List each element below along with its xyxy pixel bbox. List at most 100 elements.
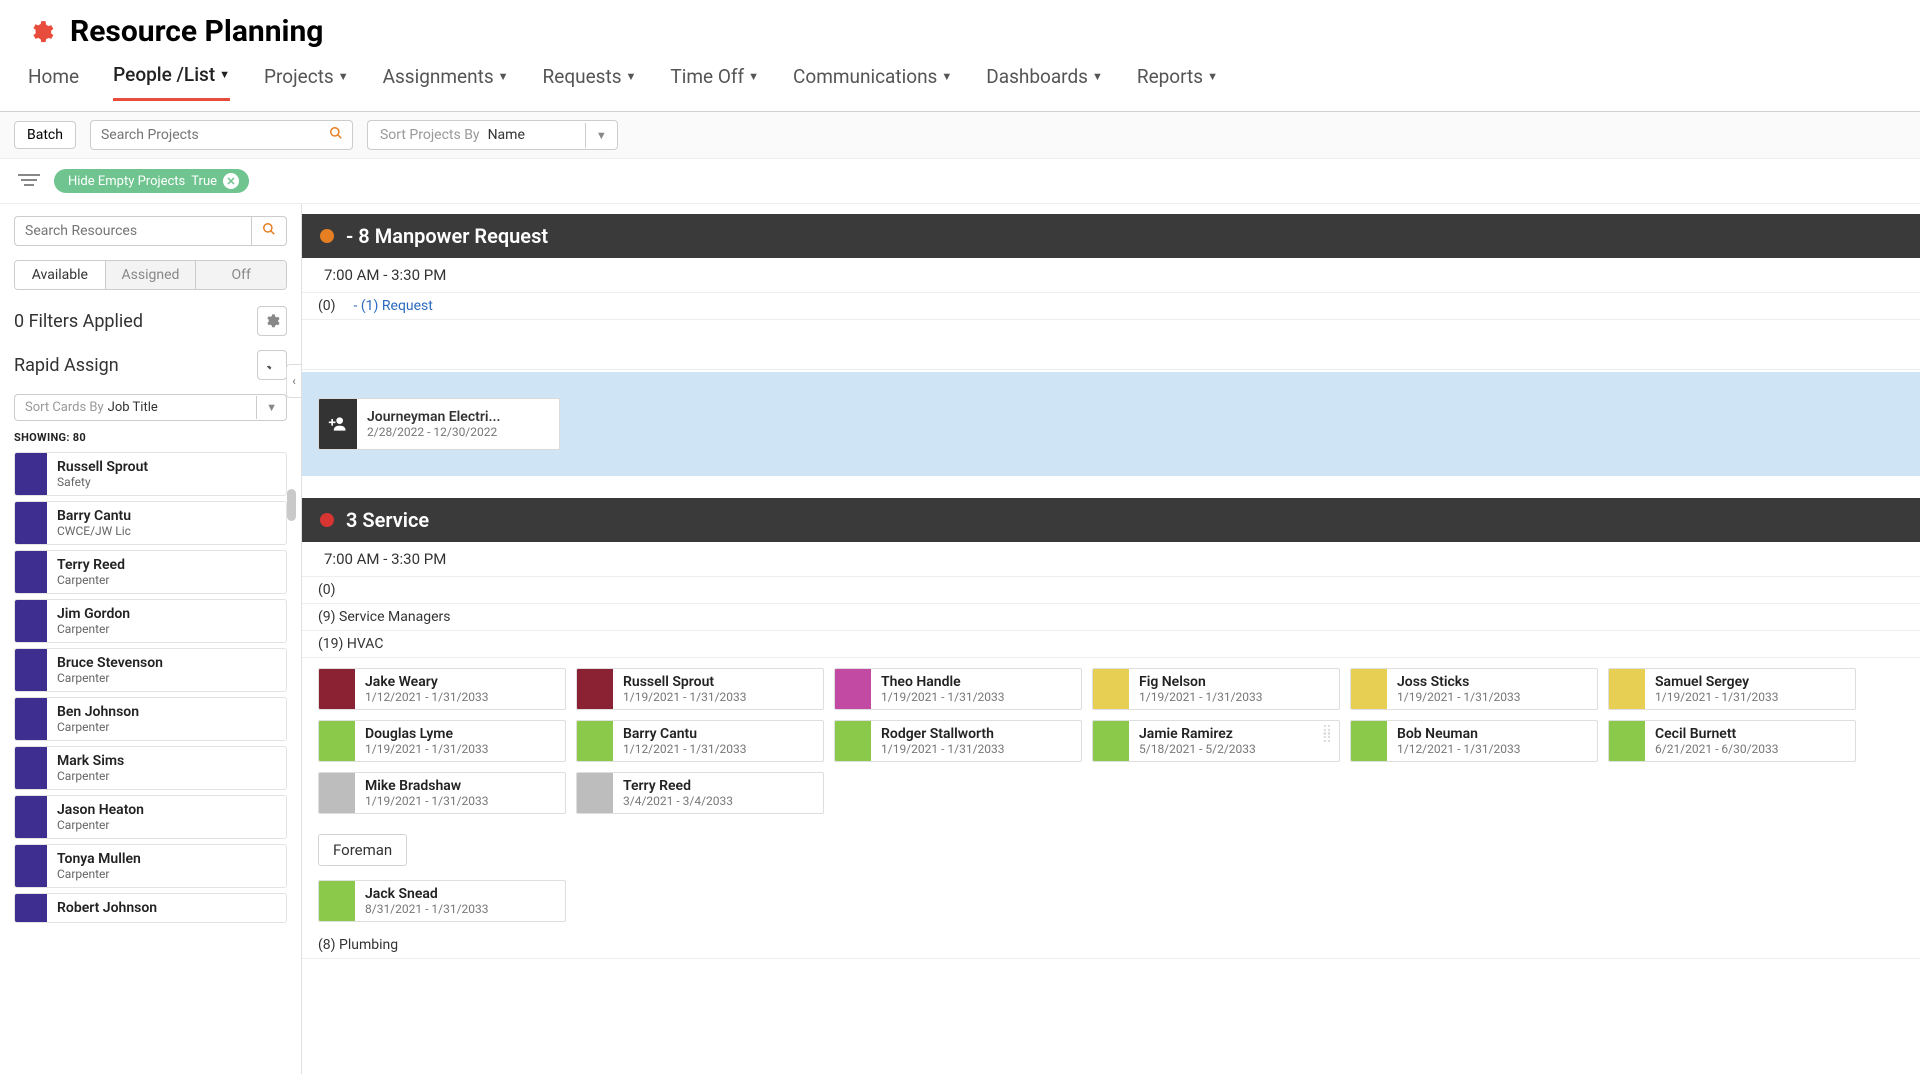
group-hvac[interactable]: (19) HVAC (302, 631, 1920, 658)
assignment-color-bar (1351, 721, 1387, 761)
resource-card[interactable]: Mark SimsCarpenter (14, 746, 287, 790)
resource-name: Tonya Mullen (57, 851, 141, 867)
resource-card[interactable]: Robert Johnson (14, 893, 287, 923)
grip-icon[interactable]: ⠿⠿ (1322, 729, 1333, 743)
assignment-dates: 1/19/2021 - 1/31/2033 (1397, 690, 1521, 704)
main-nav: Home People /List ▼ Projects ▼ Assignments … (0, 63, 1920, 112)
nav-item-home[interactable]: Home (28, 63, 79, 101)
assignment-card[interactable]: Bob Neuman1/12/2021 - 1/31/2033 (1350, 720, 1598, 762)
nav-item-communications[interactable]: Communications ▼ (793, 63, 952, 101)
resource-role: Carpenter (57, 867, 141, 881)
resource-name: Ben Johnson (57, 704, 139, 720)
group-title: 3 Service (346, 508, 429, 532)
assignment-card[interactable]: Theo Handle1/19/2021 - 1/31/2033 (834, 668, 1082, 710)
resource-role: Carpenter (57, 622, 130, 636)
nav-item-dashboards[interactable]: Dashboards ▼ (986, 63, 1103, 101)
request-card[interactable]: Journeyman Electri... 2/28/2022 - 12/30/… (318, 398, 560, 450)
assignment-card[interactable]: Barry Cantu1/12/2021 - 1/31/2033 (576, 720, 824, 762)
assignment-color-bar (835, 669, 871, 709)
resource-role: CWCE/JW Lic (57, 524, 131, 538)
nav-item-projects[interactable]: Projects ▼ (264, 63, 349, 101)
assignment-card[interactable]: Jake Weary1/12/2021 - 1/31/2033 (318, 668, 566, 710)
assignment-card[interactable]: Terry Reed3/4/2021 - 3/4/2033 (576, 772, 824, 814)
assignment-card[interactable]: Rodger Stallworth1/19/2021 - 1/31/2033 (834, 720, 1082, 762)
assignment-name: Joss Sticks (1397, 674, 1521, 690)
resource-card[interactable]: Bruce StevensonCarpenter (14, 648, 287, 692)
filter-icon[interactable] (18, 174, 40, 188)
assignment-dates: 8/31/2021 - 1/31/2033 (365, 902, 489, 916)
nav-item-assignments[interactable]: Assignments ▼ (383, 63, 509, 101)
assignment-card[interactable]: Joss Sticks1/19/2021 - 1/31/2033 (1350, 668, 1598, 710)
resource-color-bar (15, 845, 47, 887)
nav-item-reports[interactable]: Reports ▼ (1137, 63, 1218, 101)
assignment-name: Fig Nelson (1139, 674, 1263, 690)
resource-list: Russell SproutSafety Barry CantuCWCE/JW L… (14, 452, 287, 923)
assignment-name: Cecil Burnett (1655, 726, 1779, 742)
resource-card[interactable]: Barry CantuCWCE/JW Lic (14, 501, 287, 545)
nav-item-people-list[interactable]: People /List ▼ (113, 63, 230, 101)
assignment-card[interactable]: Douglas Lyme1/19/2021 - 1/31/2033 (318, 720, 566, 762)
group-plumbing[interactable]: (8) Plumbing (302, 932, 1920, 959)
nav-item-requests[interactable]: Requests ▼ (543, 63, 637, 101)
batch-button[interactable]: Batch (14, 121, 76, 149)
chevron-down-icon[interactable]: ▼ (585, 123, 617, 148)
filter-pill-value: True (191, 174, 217, 189)
close-icon[interactable]: ✕ (223, 173, 239, 189)
assignment-card[interactable]: Russell Sprout1/19/2021 - 1/31/2033 (576, 668, 824, 710)
chevron-down-icon: ▼ (1207, 70, 1218, 83)
segment-assigned[interactable]: Assigned (106, 261, 197, 289)
segment-off[interactable]: Off (196, 261, 286, 289)
sort-value: Name (486, 121, 585, 149)
search-projects-button[interactable] (320, 120, 353, 150)
chevron-down-icon[interactable]: ▼ (256, 396, 286, 419)
assignment-card[interactable]: Cecil Burnett6/21/2021 - 6/30/2033 (1608, 720, 1856, 762)
assignment-dates: 1/19/2021 - 1/31/2033 (1655, 690, 1779, 704)
resource-card[interactable]: Russell SproutSafety (14, 452, 287, 496)
resource-color-bar (15, 698, 47, 740)
assignment-dates: 1/19/2021 - 1/31/2033 (881, 742, 1005, 756)
resource-role: Carpenter (57, 720, 139, 734)
resource-card[interactable]: Tonya MullenCarpenter (14, 844, 287, 888)
resource-name: Terry Reed (57, 557, 125, 573)
search-resources-button[interactable] (251, 216, 287, 246)
rapid-assign-label: Rapid Assign (14, 355, 119, 376)
sort-cards-label: Sort Cards By (15, 395, 108, 420)
sort-projects-dropdown[interactable]: Sort Projects By Name ▼ (367, 120, 618, 150)
sidebar-collapse-button[interactable]: ‹ (286, 364, 302, 398)
assignment-dates: 1/19/2021 - 1/31/2033 (881, 690, 1005, 704)
group-header-manpower[interactable]: - 8 Manpower Request (302, 214, 1920, 258)
assignment-color-bar (835, 721, 871, 761)
assignment-card[interactable]: Jamie Ramirez5/18/2021 - 5/2/2033⠿⠿ (1092, 720, 1340, 762)
group-count: (0) (302, 577, 1920, 604)
assignment-dates: 1/19/2021 - 1/31/2033 (1139, 690, 1263, 704)
sort-cards-dropdown[interactable]: Sort Cards By Job Title ▼ (14, 394, 287, 421)
showing-count: 80 (73, 431, 86, 444)
gear-button[interactable] (257, 306, 287, 336)
sort-cards-value: Job Title (108, 395, 256, 420)
resource-name: Russell Sprout (57, 459, 148, 475)
search-resources-input[interactable] (14, 216, 251, 246)
group-header-service[interactable]: 3 Service (302, 498, 1920, 542)
scrollbar-handle[interactable] (287, 489, 296, 521)
chevron-down-icon: ▼ (748, 70, 759, 83)
resource-card[interactable]: Ben JohnsonCarpenter (14, 697, 287, 741)
assignment-card[interactable]: Fig Nelson1/19/2021 - 1/31/2033 (1092, 668, 1340, 710)
request-link[interactable]: - (1) Request (354, 298, 433, 314)
hvac-card-grid: Jake Weary1/12/2021 - 1/31/2033Russell S… (302, 658, 1920, 824)
group-service-managers[interactable]: (9) Service Managers (302, 604, 1920, 631)
search-projects-input[interactable] (90, 120, 320, 150)
resource-card[interactable]: Terry ReedCarpenter (14, 550, 287, 594)
assignment-card[interactable]: Samuel Sergey1/19/2021 - 1/31/2033 (1608, 668, 1856, 710)
segment-available[interactable]: Available (15, 261, 106, 289)
assignment-card[interactable]: Mike Bradshaw1/19/2021 - 1/31/2033 (318, 772, 566, 814)
resource-card[interactable]: Jim GordonCarpenter (14, 599, 287, 643)
resource-card[interactable]: Jason HeatonCarpenter (14, 795, 287, 839)
nav-item-time-off[interactable]: Time Off ▼ (670, 63, 759, 101)
foreman-label[interactable]: Foreman (318, 834, 407, 866)
rapid-assign-button[interactable] (257, 350, 287, 380)
assignment-card[interactable]: Jack Snead8/31/2021 - 1/31/2033 (318, 880, 566, 922)
chevron-down-icon: ▼ (498, 70, 509, 83)
assignment-color-bar (1093, 669, 1129, 709)
assignment-dates: 1/19/2021 - 1/31/2033 (623, 690, 747, 704)
assignment-color-bar (319, 881, 355, 921)
